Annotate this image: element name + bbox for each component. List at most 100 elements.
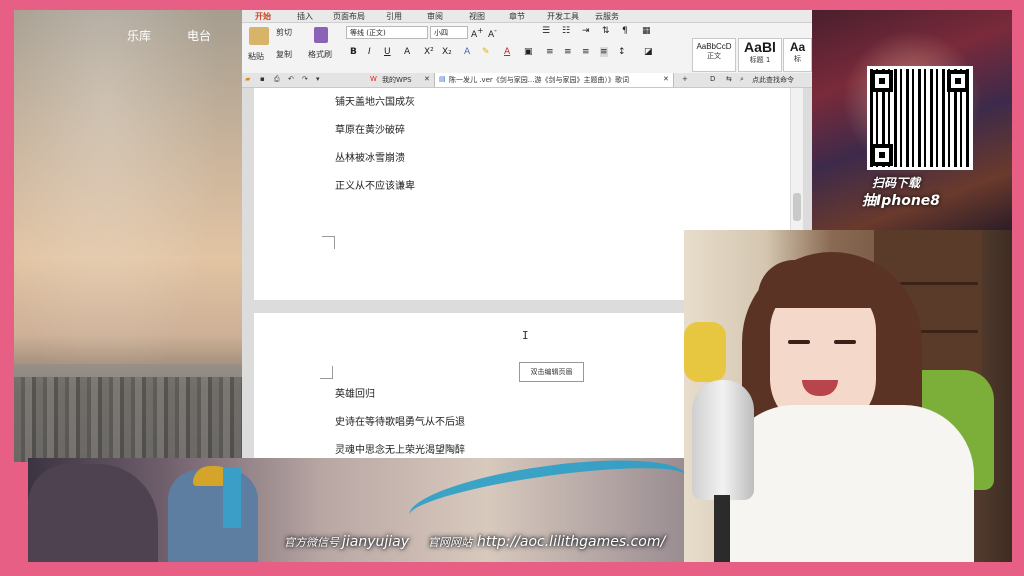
copy-button[interactable]: 复制 [276, 49, 292, 60]
banner-site-label: 官网网站 [428, 536, 472, 549]
table-icon[interactable]: ▦ [642, 26, 651, 36]
char-border-icon[interactable]: ▣ [524, 47, 533, 57]
ribbon-tab-developer[interactable]: 开发工具 [547, 11, 579, 22]
ribbon-tab-home[interactable]: 开始 [255, 11, 271, 22]
page-margin-mark [320, 366, 333, 379]
justify-icon[interactable]: ≡ [600, 47, 608, 57]
align-left-icon[interactable]: ≡ [546, 47, 554, 57]
style-normal[interactable]: AaBbCcD 正文 [692, 38, 736, 72]
subscript-icon[interactable]: X₂ [442, 47, 452, 57]
line-spacing-icon[interactable]: ↕ [618, 47, 626, 57]
text-cursor-icon: I [522, 329, 529, 342]
qr-finder-mark [947, 70, 969, 92]
banner-wave [405, 458, 684, 546]
show-marks-icon[interactable]: ¶ [622, 26, 628, 36]
streamer-bangs [758, 260, 888, 308]
paste-icon[interactable] [249, 27, 269, 45]
banner-flag [223, 468, 241, 528]
qr-caption-prize: 抽Iphone8 [862, 193, 941, 209]
text-effect-icon[interactable]: A [404, 47, 410, 57]
grow-font-icon[interactable]: A+ [471, 26, 483, 40]
qr-caption-download: 扫码下载 [872, 176, 921, 190]
qr-finder-mark [871, 70, 893, 92]
cut-button[interactable]: 剪切 [276, 27, 292, 38]
microphone [692, 380, 754, 500]
wps-logo-icon: W [370, 75, 377, 83]
ribbon-tab-cloud[interactable]: 云服务 [595, 11, 619, 22]
ribbon-tab-references[interactable]: 引用 [386, 11, 402, 22]
save-icon[interactable]: ▪ [260, 75, 265, 83]
new-tab-icon[interactable]: + [682, 75, 688, 83]
format-painter-icon[interactable] [314, 27, 328, 43]
banner-site-url[interactable]: http://aoc.lilithgames.com/ [477, 534, 665, 550]
streamer-eye [788, 340, 810, 344]
numbering-icon[interactable]: ☷ [562, 26, 570, 36]
align-center-icon[interactable]: ≡ [564, 47, 572, 57]
paste-button[interactable]: 粘贴 [248, 51, 264, 62]
print-icon[interactable]: ⎙ [274, 75, 280, 84]
format-painter-button[interactable]: 格式刷 [308, 49, 332, 60]
lyric-line[interactable]: 英雄回归 [335, 385, 375, 400]
city-skyline [14, 377, 242, 462]
music-tab-radio[interactable]: 电台 [187, 27, 211, 44]
style-heading-1[interactable]: AaBl 标题 1 [738, 38, 782, 72]
page-margin-mark [322, 236, 335, 249]
shrink-font-icon[interactable]: A- [488, 26, 497, 40]
banner-hero-knight [168, 466, 258, 562]
superscript-icon[interactable]: X² [424, 47, 434, 57]
scrollbar-thumb[interactable] [793, 193, 801, 221]
tab-my-wps[interactable]: 我的WPS [382, 75, 412, 85]
command-search[interactable]: 点此查找命令 [752, 75, 794, 85]
document-tab-bar: ▰ ▪ ⎙ ↶ ↷ ▾ W 我的WPS ✕ ▤ 陈一发儿 .ver《剑与家园..… [242, 73, 812, 88]
lyric-line[interactable]: 丛林被冰雪崩溃 [335, 149, 405, 164]
indent-icon[interactable]: ⇥ [582, 26, 590, 36]
bold-icon[interactable]: B [350, 47, 357, 57]
banner-wechat-label: 官方微信号 [284, 536, 339, 549]
webcam-feed [684, 230, 1012, 562]
ribbon-toolbar: 粘贴 剪切 复制 格式刷 等线 (正文) 小四 A+ A- B I U A X²… [242, 23, 812, 76]
ribbon-tab-review[interactable]: 审阅 [427, 11, 443, 22]
ribbon-toggle-icon[interactable]: ⇆ [726, 75, 732, 83]
font-name-select[interactable]: 等线 (正文) [346, 26, 428, 39]
microphone-stand [714, 495, 730, 562]
lyric-line[interactable]: 史诗在等待歌唱勇气从不后退 [335, 413, 465, 428]
redo-icon[interactable]: ↷ [302, 75, 308, 83]
ribbon-tab-sections[interactable]: 章节 [509, 11, 525, 22]
tab-close-icon[interactable]: ✕ [424, 75, 430, 83]
tab-document-active[interactable]: ▤ 陈一发儿 .ver《剑与家园...游《剑与家园》主题曲）》歌词 ✕ [434, 73, 674, 87]
ribbon-tab-layout[interactable]: 页面布局 [333, 11, 365, 22]
font-size-select[interactable]: 小四 [430, 26, 468, 39]
document-icon: ▤ [439, 75, 446, 83]
lyric-line[interactable]: 正义从不应该谦卑 [335, 177, 415, 192]
underline-icon[interactable]: U [384, 47, 391, 57]
ribbon-tab-insert[interactable]: 插入 [297, 11, 313, 22]
vertical-scrollbar[interactable] [790, 88, 803, 230]
lyric-line[interactable]: 灵魂中思念无上荣光渴望陶醉 [335, 441, 465, 456]
edit-header-tooltip: 双击编辑页眉 [519, 362, 584, 382]
undo-icon[interactable]: ↶ [288, 75, 294, 83]
highlight-icon[interactable]: ✎ [482, 47, 490, 57]
search-icon[interactable]: ⌕ [740, 75, 744, 84]
music-player-background [14, 10, 242, 462]
italic-icon[interactable]: I [368, 47, 371, 57]
open-folder-icon[interactable]: ▰ [245, 75, 250, 83]
align-right-icon[interactable]: ≡ [582, 47, 590, 57]
document-page-2[interactable] [254, 313, 684, 462]
music-tab-library[interactable]: 乐库 [127, 27, 151, 44]
lyric-line[interactable]: 铺天盖地六国成灰 [335, 93, 415, 108]
document-tab-close-icon[interactable]: ✕ [663, 75, 669, 83]
sort-icon[interactable]: ⇅ [602, 26, 610, 36]
bullets-icon[interactable]: ☰ [542, 26, 550, 36]
lyric-line[interactable]: 草原在黄沙破碎 [335, 121, 405, 136]
style-heading-2[interactable]: Aa 标 [783, 38, 812, 72]
ribbon-tab-view[interactable]: 视图 [469, 11, 485, 22]
font-color-icon[interactable]: A [504, 47, 510, 57]
shading-icon[interactable]: ◪ [644, 47, 653, 57]
banner-wechat-handle: jianyujiay [342, 534, 410, 550]
dropdown-chevron-icon[interactable]: ▾ [316, 75, 320, 83]
banner-hero-left [28, 464, 158, 562]
document-tab-title: 陈一发儿 .ver《剑与家园...游《剑与家园》主题曲）》歌词 [449, 76, 629, 84]
download-icon[interactable]: D [710, 75, 715, 83]
qr-finder-mark [871, 144, 893, 166]
text-style-icon[interactable]: A [464, 47, 470, 57]
